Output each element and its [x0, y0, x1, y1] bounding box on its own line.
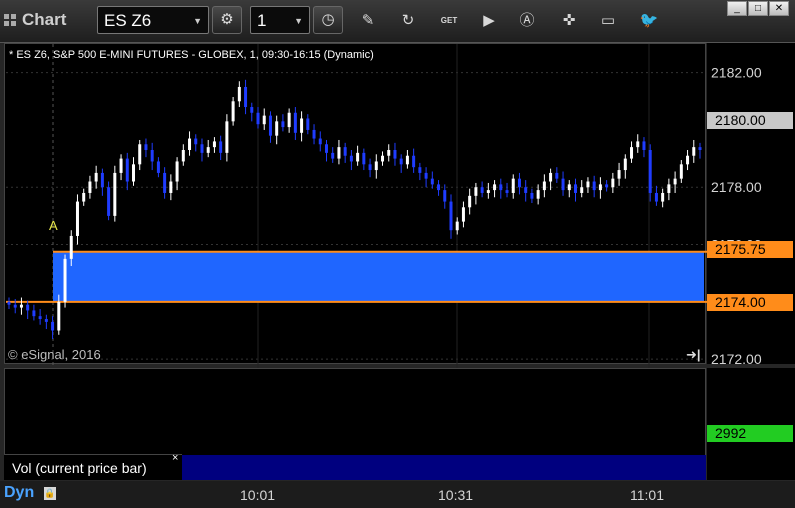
close-button[interactable]: ✕	[769, 1, 789, 16]
get-icon[interactable]: GET	[438, 10, 460, 32]
time-axis[interactable]	[0, 481, 795, 508]
time-tick-1031: 10:31	[438, 487, 474, 503]
refresh-icon[interactable]: ↻	[397, 10, 419, 32]
volume-current-flag: 2992	[707, 425, 793, 442]
clock-icon[interactable]: ◷	[313, 6, 343, 34]
interval-value: 1	[257, 11, 267, 30]
grid-icon	[4, 14, 16, 26]
dyn-label[interactable]: Dyn	[4, 484, 34, 502]
twitter-icon[interactable]: 🐦	[638, 10, 660, 32]
time-tick-1001: 10:01	[240, 487, 276, 503]
alert-icon[interactable]: Ⓐ	[516, 10, 538, 32]
settings-gear-icon[interactable]: ⚙	[212, 6, 242, 34]
lock-icon[interactable]: 🔒	[44, 487, 56, 500]
window-title-text: Chart	[22, 10, 67, 29]
play-icon[interactable]: ▶	[478, 10, 500, 32]
band-top-flag: 2175.75	[707, 241, 793, 258]
interval-input[interactable]: 1 ▼	[250, 6, 310, 34]
copyright: © eSignal, 2016	[8, 347, 101, 362]
symbol-value: ES Z6	[104, 11, 152, 30]
close-icon[interactable]: ×	[172, 452, 178, 464]
window-title: Chart	[4, 10, 66, 30]
chart-header: * ES Z6, S&P 500 E-MINI FUTURES - GLOBEX…	[9, 49, 374, 61]
symbol-input[interactable]: ES Z6 ▼	[97, 6, 209, 34]
price-chart-panel[interactable]	[4, 43, 706, 364]
chevron-down-icon[interactable]: ▼	[193, 7, 202, 35]
minimize-button[interactable]: _	[727, 1, 747, 16]
scroll-to-end-icon[interactable]: ➜|	[686, 347, 701, 363]
current-price-flag: 2180.00	[707, 112, 793, 129]
pencil-icon[interactable]: ✎	[357, 10, 379, 32]
volume-panel-label: Vol (current price bar)	[4, 454, 182, 480]
chart-window: Chart ES Z6 ▼ ⚙ 1 ▼ ◷ ✎ ↻ GET ▶ Ⓐ ✜ ▭ 🐦 …	[0, 0, 795, 508]
band-bottom-flag: 2174.00	[707, 294, 793, 311]
tools-icon[interactable]: ✜	[558, 10, 580, 32]
maximize-button[interactable]: □	[748, 1, 768, 16]
volume-label-strip	[182, 455, 706, 480]
time-tick-1101: 11:01	[630, 487, 664, 503]
toolbar: Chart ES Z6 ▼ ⚙ 1 ▼ ◷ ✎ ↻ GET ▶ Ⓐ ✜ ▭ 🐦 …	[0, 0, 795, 43]
message-icon[interactable]: ▭	[597, 10, 619, 32]
chevron-down-icon[interactable]: ▼	[294, 7, 303, 35]
price-axis[interactable]	[707, 43, 795, 364]
volume-axis[interactable]	[707, 368, 795, 480]
